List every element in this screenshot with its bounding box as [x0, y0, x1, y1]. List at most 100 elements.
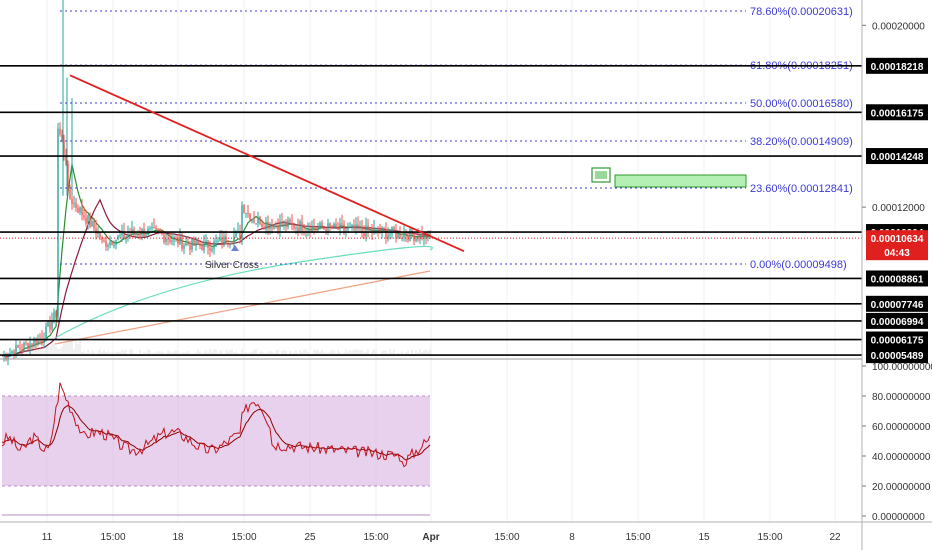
- candle: [53, 311, 55, 322]
- time-tick-label: 15:00: [625, 532, 650, 543]
- volume-bar: [75, 339, 77, 356]
- candle: [233, 236, 235, 244]
- candle: [111, 241, 113, 246]
- countdown-label: 04:43: [884, 248, 910, 259]
- candle: [317, 227, 319, 229]
- price-tick-label: 0.00012000: [872, 203, 925, 214]
- time-tick-label: Apr: [422, 532, 439, 543]
- time-tick-label: 15:00: [231, 532, 256, 543]
- time-tick-label: 15:00: [757, 532, 782, 543]
- candle: [307, 229, 309, 231]
- candle: [365, 225, 367, 237]
- time-tick-label: 15: [698, 532, 710, 543]
- candle: [261, 223, 263, 228]
- candle: [55, 311, 57, 318]
- candle: [319, 222, 321, 228]
- candle: [31, 343, 33, 346]
- candle: [79, 207, 81, 213]
- candle: [93, 220, 95, 229]
- rsi-tick-label: 60.00000000: [872, 422, 931, 433]
- fib-label: 23.60%(0.00012841): [750, 183, 853, 195]
- fib-label: 50.00%(0.00016580): [750, 98, 853, 110]
- candle: [135, 233, 137, 235]
- time-tick-label: 25: [304, 532, 316, 543]
- candle: [25, 342, 27, 344]
- candle: [85, 217, 87, 224]
- candle: [77, 207, 79, 213]
- time-tick-label: 15:00: [100, 532, 125, 543]
- candle: [269, 224, 271, 229]
- candle: [153, 227, 155, 229]
- candle: [225, 236, 227, 244]
- candle: [301, 221, 303, 232]
- candle: [103, 240, 105, 242]
- candle: [205, 240, 207, 242]
- candle: [229, 243, 231, 245]
- rsi-tick-label: 40.00000000: [872, 452, 931, 463]
- candle: [375, 228, 377, 230]
- candle: [75, 202, 77, 208]
- candle: [251, 220, 253, 222]
- candle: [287, 219, 289, 227]
- candle: [279, 221, 281, 231]
- candle: [291, 222, 293, 224]
- candle: [247, 212, 249, 214]
- candle: [331, 226, 333, 229]
- volume-bar: [53, 343, 55, 356]
- candle: [329, 223, 331, 227]
- candle: [197, 240, 199, 245]
- volume-bar: [71, 341, 73, 356]
- candle: [343, 224, 345, 231]
- volume-bar: [65, 341, 67, 356]
- candle: [337, 226, 339, 230]
- candle: [267, 221, 269, 229]
- candle: [367, 225, 369, 231]
- candle: [347, 227, 349, 230]
- candle: [171, 240, 173, 242]
- candle: [19, 347, 21, 349]
- candle: [273, 224, 275, 229]
- candle: [283, 221, 285, 226]
- candle: [361, 226, 363, 232]
- candle: [203, 241, 205, 251]
- candle: [315, 227, 317, 229]
- time-tick-label: 22: [829, 532, 841, 543]
- candle: [81, 207, 83, 216]
- candle: [179, 236, 181, 245]
- candle: [207, 240, 209, 249]
- candle: [63, 141, 65, 155]
- candle: [389, 233, 391, 235]
- candle: [155, 227, 157, 230]
- candle: [351, 225, 353, 227]
- candle: [17, 344, 19, 348]
- candle: [157, 229, 159, 232]
- candle: [149, 228, 151, 230]
- candle: [209, 248, 211, 251]
- candle: [191, 238, 193, 250]
- candle: [87, 215, 89, 224]
- fib-label: 78.60%(0.00020631): [750, 6, 853, 18]
- candle: [313, 225, 315, 228]
- candle: [277, 225, 279, 231]
- candle: [199, 244, 201, 247]
- time-tick-label: 8: [569, 532, 575, 543]
- candle: [215, 240, 217, 242]
- trading-chart[interactable]: 78.60%(0.00020631)61.80%(0.00018251)50.0…: [0, 0, 932, 550]
- candle: [49, 322, 51, 330]
- candle: [181, 236, 183, 249]
- volume-bar: [69, 340, 71, 356]
- time-tick-label: 15:00: [494, 532, 519, 543]
- flag-icon-fill: [595, 171, 607, 179]
- rsi-tick-label: 80.00000000: [872, 392, 931, 403]
- candle: [321, 222, 323, 228]
- candle: [349, 226, 351, 228]
- candle: [231, 243, 233, 245]
- candle: [265, 221, 267, 230]
- candle: [145, 235, 147, 237]
- candle: [89, 215, 91, 227]
- candle: [139, 235, 141, 237]
- candle: [83, 215, 85, 218]
- candle: [11, 351, 13, 354]
- candle: [405, 233, 407, 237]
- rsi-tick-label: 0.00000000: [872, 512, 925, 523]
